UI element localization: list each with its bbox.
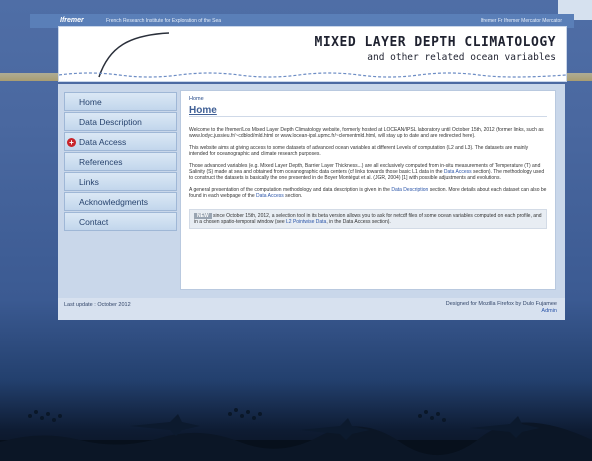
sidebar-item-home[interactable]: Home [64, 92, 177, 111]
sidebar-item-contact[interactable]: Contact [64, 212, 177, 231]
admin-link[interactable]: Admin [541, 308, 557, 314]
banner-title: MIXED LAYER DEPTH CLIMATOLOGY [314, 35, 556, 50]
breadcrumb[interactable]: Home [189, 96, 547, 102]
designed-for-text: Designed for Mozilla Firefox by Dulo Fuj… [445, 301, 557, 307]
page-container: Home Data Description + Data Access Refe… [58, 84, 565, 298]
sidebar-item-label: References [79, 157, 123, 167]
page-footer: Last update : October 2012 Designed for … [58, 298, 565, 320]
sidebar-item-links[interactable]: Links [64, 172, 177, 191]
sidebar-item-label: Acknowledgments [79, 197, 148, 207]
site-banner: MIXED LAYER DEPTH CLIMATOLOGY and other … [58, 26, 567, 82]
sidebar-item-data-access[interactable]: + Data Access [64, 132, 177, 151]
data-access-link-2[interactable]: Data Access [256, 193, 284, 199]
plus-icon[interactable]: + [67, 138, 76, 147]
banner-subtitle: and other related ocean variables [367, 52, 556, 63]
news-text-end: , in the Data Access section). [326, 219, 391, 225]
main-content: Home Home Welcome to the Ifremer/Los Mix… [180, 90, 556, 290]
sidebar-item-data-description[interactable]: Data Description [64, 112, 177, 131]
last-update: Last update : October 2012 [64, 302, 131, 308]
page-title: Home [189, 106, 547, 117]
sidebar-item-label: Home [79, 97, 102, 107]
welcome-paragraph: Welcome to the Ifremer/Los Mixed Layer D… [189, 127, 544, 139]
sidebar-item-label: Contact [79, 217, 109, 227]
seafloor-silhouette-icon [0, 408, 592, 461]
sidebar-item-acknowledgments[interactable]: Acknowledgments [64, 192, 177, 211]
presentation-text-end: section. [283, 193, 303, 199]
data-description-link[interactable]: Data Description [391, 187, 428, 193]
sidebar-nav: Home Data Description + Data Access Refe… [64, 92, 177, 232]
footer-credits: Designed for Mozilla Firefox by Dulo Fuj… [446, 301, 557, 315]
news-box: NEW since October 15th, 2012, a selectio… [189, 209, 547, 229]
aims-paragraph: This website aims at giving access to so… [189, 145, 529, 157]
l2-pointwise-data-link[interactable]: L2 Pointwise Data [286, 219, 326, 225]
sidebar-item-references[interactable]: References [64, 152, 177, 171]
sidebar-item-label: Links [79, 177, 99, 187]
variables-paragraph: Those advanced variables (e.g. Mixed Lay… [189, 163, 547, 181]
sidebar-item-label: Data Access [79, 137, 127, 147]
sidebar-item-label: Data Description [79, 117, 142, 127]
presentation-paragraph: A general presentation of the computatio… [189, 187, 547, 199]
